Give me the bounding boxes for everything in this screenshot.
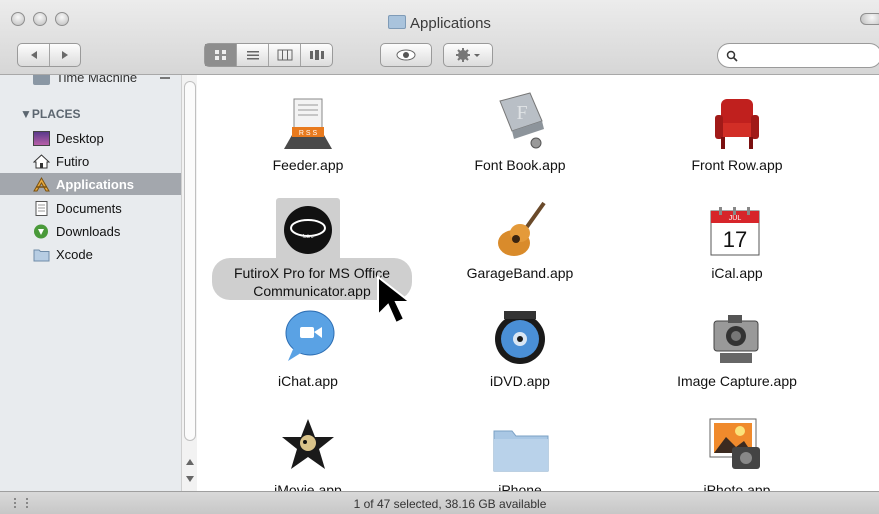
forward-button[interactable] [50,44,80,66]
sidebar-item-label: Downloads [56,223,121,239]
folder-icon[interactable] [492,425,550,473]
iphoto-icon[interactable] [706,417,764,473]
mouse-cursor [377,275,412,325]
sidebar-item-label: Time Machine [56,75,138,85]
nav-buttons [17,43,81,67]
garageband-icon[interactable] [490,201,550,261]
search-field[interactable] [717,43,879,68]
status-text: 1 of 47 selected, 38.16 GB available [353,497,547,511]
sidebar-item-label: Desktop [56,130,104,146]
eject-icon[interactable] [160,77,170,79]
app-label: iPhoto.app [703,482,771,491]
back-button[interactable] [18,44,50,66]
sidebar-item-label: Applications [56,176,135,192]
back-arrow-icon [30,51,37,59]
idvd-icon[interactable] [492,309,548,367]
gear-icon [456,48,480,62]
window-title-text: Applications [410,15,491,32]
sidebar-item-documents[interactable]: Documents [0,197,181,219]
forward-arrow-icon [62,51,68,59]
coverflow-view-icon [309,50,324,60]
documents-icon [33,200,50,216]
app-label: iChat.app [278,373,338,389]
column-view-icon [277,49,292,61]
quicklook-button[interactable] [380,43,432,67]
app-label: Front Row.app [691,157,783,173]
home-icon [32,153,51,169]
app-label: Image Capture.app [677,373,797,389]
view-mode-buttons [204,43,333,67]
front-row-icon[interactable] [707,95,767,153]
eye-icon [396,49,416,61]
futirox-icon[interactable]: futiro [276,198,340,262]
desktop-icon [33,130,50,146]
svg-text:futiro: futiro [302,234,313,240]
font-book-icon[interactable]: F [490,91,550,153]
svg-text:F: F [516,102,527,124]
sidebar-item-label: Futiro [56,153,90,169]
title-bar: Applications [0,0,879,75]
folder-icon [33,247,50,262]
sidebar-item-xcode[interactable]: Xcode [0,243,181,265]
applications-icon [33,176,50,192]
ichat-icon[interactable] [282,307,338,365]
imovie-icon[interactable] [280,417,336,473]
quicklook-seg [381,44,431,66]
svg-text:R S S: R S S [299,130,318,137]
action-seg [444,44,492,66]
sidebar-item-applications[interactable]: Applications [0,173,181,195]
svg-text:JUL: JUL [729,215,742,222]
file-icon-grid: R S S Feeder.app F Font Book.app Front R… [198,75,879,491]
sidebar-scroll-thumb[interactable] [184,81,196,441]
app-label: iDVD.app [490,373,550,389]
app-label: iCal.app [711,265,763,281]
scroll-up-icon[interactable] [185,458,195,466]
list-view-button[interactable] [237,44,269,66]
sidebar-item-label: Xcode [56,246,93,262]
sidebar-scrollbar[interactable] [181,75,197,491]
sidebar-item-downloads[interactable]: Downloads [0,220,181,242]
list-view-icon [246,51,259,60]
folder-icon [388,15,407,29]
time-machine-icon [33,75,50,85]
downloads-icon [33,224,50,239]
column-view-button[interactable] [269,44,301,66]
magnifier-icon [726,50,738,62]
icon-view-icon [214,50,226,60]
feeder-icon[interactable]: R S S [278,95,338,151]
places-header: ▼PLACES [20,107,81,121]
window-title: Applications [0,15,879,32]
scroll-down-icon[interactable] [185,475,195,483]
app-label: GarageBand.app [466,265,574,281]
status-bar: 1 of 47 selected, 38.16 GB available [0,491,879,514]
icon-view-button[interactable] [205,44,237,66]
sidebar-item-label: Documents [56,200,122,216]
action-menu-button[interactable] [443,43,493,67]
app-label: Font Book.app [474,157,566,173]
ical-icon[interactable]: JUL 17 [707,203,763,259]
sidebar-item-desktop[interactable]: Desktop [0,127,181,149]
app-label: iMovie.app [274,482,342,491]
coverflow-view-button[interactable] [301,44,332,66]
sidebar-item-futiro[interactable]: Futiro [0,150,181,172]
app-label: Feeder.app [272,157,344,173]
toolbar-toggle-button[interactable] [860,13,879,25]
image-capture-icon[interactable] [710,311,762,365]
app-label: iPhone [498,482,542,491]
svg-text:17: 17 [723,227,747,252]
sidebar-item-time-machine[interactable]: Time Machine [0,75,181,88]
